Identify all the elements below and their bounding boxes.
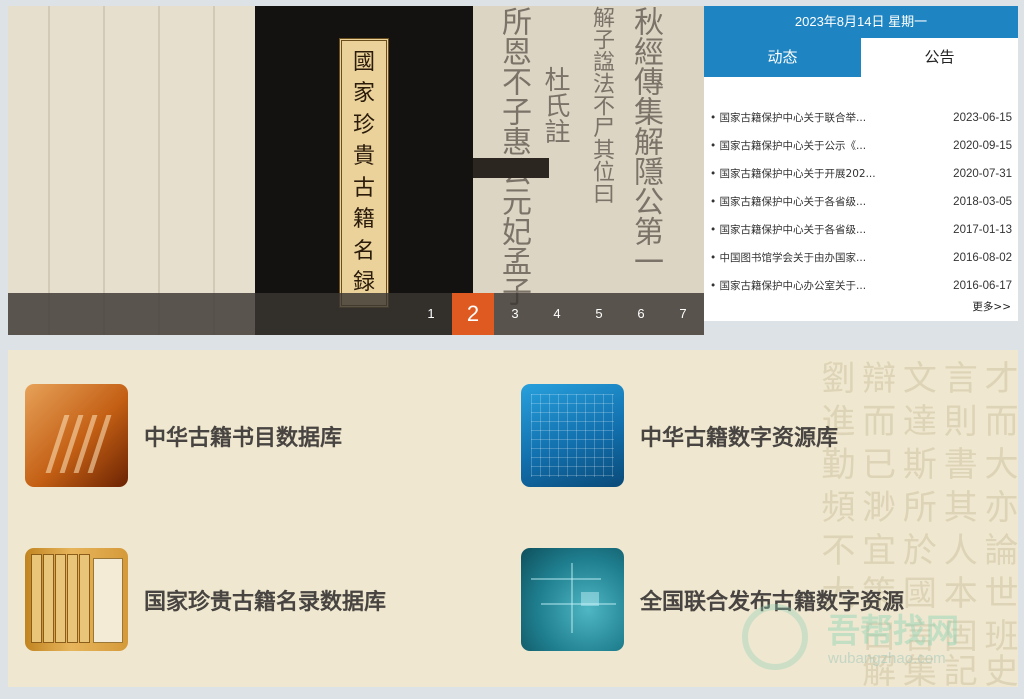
banner-slider[interactable]: 所恩不子惠公元妃孟子 杜氏註 解子諡法不尸其位曰 秋經傳集解隱公第一 國 家 珍… <box>8 6 704 335</box>
news-tabs: 动态 公告 <box>704 38 1018 77</box>
slider-page-7[interactable]: 7 <box>662 293 704 335</box>
banner-book-ribbon <box>473 158 549 178</box>
slider-page-2[interactable]: 2 <box>452 293 494 335</box>
db-card-title[interactable]: 中华古籍书目数据库 <box>144 420 342 452</box>
news-date: 2020-07-31 <box>953 168 1012 180</box>
news-title[interactable]: 国家古籍保护中心关于各省级... <box>710 216 867 244</box>
news-item[interactable]: 国家古籍保护中心关于开展202... 2020-07-31 <box>710 160 1012 188</box>
circuit-board-icon <box>521 548 624 651</box>
news-date: 2016-06-17 <box>953 280 1012 292</box>
book-title-char: 家 <box>352 81 375 107</box>
current-date: 2023年8月14日 星期一 <box>704 6 1018 38</box>
db-card-title[interactable]: 国家珍贵古籍名录数据库 <box>144 584 386 616</box>
db-card-title[interactable]: 全国联合发布古籍数字资源 <box>640 584 904 616</box>
book-title-char: 籍 <box>352 207 375 233</box>
slider-page-4[interactable]: 4 <box>536 293 578 335</box>
slider-page-5[interactable]: 5 <box>578 293 620 335</box>
slider-page-6[interactable]: 6 <box>620 293 662 335</box>
rare-books-icon <box>25 548 128 651</box>
news-title[interactable]: 国家古籍保护中心关于开展202... <box>710 160 876 188</box>
news-list: 国家古籍保护中心关于联合举... 2023-06-15 国家古籍保护中心关于公示《… <box>704 77 1018 300</box>
tab-dynamics[interactable]: 动态 <box>704 38 861 77</box>
news-date: 2018-03-05 <box>953 196 1012 208</box>
news-date: 2016-08-02 <box>953 252 1012 264</box>
db-card-title[interactable]: 中华古籍数字资源库 <box>640 420 838 452</box>
db-card-rare-books[interactable]: 国家珍贵古籍名录数据库 <box>25 548 386 651</box>
news-date: 2020-09-15 <box>953 140 1012 152</box>
db-card-digital-resources[interactable]: 中华古籍数字资源库 <box>521 384 838 487</box>
news-item[interactable]: 国家古籍保护中心关于联合举... 2023-06-15 <box>710 104 1012 132</box>
news-title[interactable]: 国家古籍保护中心关于公示《... <box>710 132 867 160</box>
news-item[interactable]: 国家古籍保护中心关于各省级... 2018-03-05 <box>710 188 1012 216</box>
news-item[interactable]: 国家古籍保护中心办公室关于... 2016-06-17 <box>710 272 1012 300</box>
news-item[interactable]: 国家古籍保护中心关于公示《... 2020-09-15 <box>710 132 1012 160</box>
tab-announcements[interactable]: 公告 <box>861 38 1018 77</box>
digital-archive-icon <box>521 384 624 487</box>
news-title[interactable]: 国家古籍保护中心关于各省级... <box>710 188 867 216</box>
news-title[interactable]: 国家古籍保护中心办公室关于... <box>710 272 867 300</box>
book-title-char: 貴 <box>352 144 375 170</box>
news-item[interactable]: 中国图书馆学会关于由办国家... 2016-08-02 <box>710 244 1012 272</box>
news-item[interactable]: 国家古籍保护中心关于各省级... 2017-01-13 <box>710 216 1012 244</box>
news-panel: 2023年8月14日 星期一 动态 公告 国家古籍保护中心关于联合举... 202… <box>704 6 1018 321</box>
db-card-joint-release[interactable]: 全国联合发布古籍数字资源 <box>521 548 904 651</box>
news-date: 2017-01-13 <box>953 224 1012 236</box>
book-title-label: 國 家 珍 貴 古 籍 名 録 <box>339 38 389 308</box>
news-title[interactable]: 中国图书馆学会关于由办国家... <box>710 244 867 272</box>
slider-pagination: 1 2 3 4 5 6 7 <box>8 293 704 335</box>
book-stack-icon <box>25 384 128 487</box>
book-title-char: 古 <box>352 175 375 201</box>
book-title-char: 名 <box>352 238 375 264</box>
slider-page-3[interactable]: 3 <box>494 293 536 335</box>
book-title-char: 國 <box>352 49 375 75</box>
news-date: 2023-06-15 <box>953 112 1012 124</box>
news-title[interactable]: 国家古籍保护中心关于联合举... <box>710 104 867 132</box>
database-panel: 才言文辯劉 而則達而進 大書斯已勤 亦其所渺頻 論人於宜不 世本國策大 班固言曰 史記集解 … <box>8 350 1018 687</box>
book-title-char: 珍 <box>352 112 375 138</box>
more-link[interactable]: 更多>> <box>972 299 1011 314</box>
slider-page-1[interactable]: 1 <box>410 293 452 335</box>
db-card-bibliography[interactable]: 中华古籍书目数据库 <box>25 384 342 487</box>
book-title-char: 録 <box>352 270 375 296</box>
